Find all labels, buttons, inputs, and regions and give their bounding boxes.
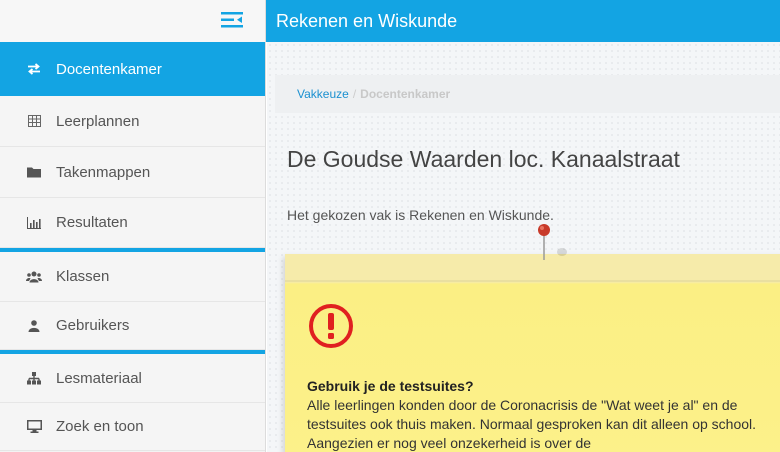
users-icon [26,269,42,285]
page-title: De Goudse Waarden loc. Kanaalstraat [287,146,680,172]
bar-chart-icon [26,215,42,231]
sidebar: Docentenkamer Leerplannen Takenmappen Re… [0,0,266,452]
sidebar-item-label: Klassen [56,268,110,285]
alert-icon [307,302,355,350]
collapse-sidebar-icon[interactable] [221,10,243,30]
page-header-title: Rekenen en Wiskunde [276,11,458,31]
sidebar-item-gebruikers[interactable]: Gebruikers [0,302,265,350]
sidebar-top [0,0,265,42]
sidebar-item-label: Docentenkamer [56,60,162,78]
sidebar-item-label: Leerplannen [56,112,140,130]
breadcrumb-separator: / [352,87,357,101]
desktop-icon [26,419,42,435]
sidebar-item-label: Lesmateriaal [56,369,142,387]
sitemap-icon [26,370,42,386]
sidebar-item-label: Takenmappen [56,163,151,181]
exchange-icon [26,61,42,77]
note-body: Alle leerlingen konden door de Coronacri… [307,397,757,451]
breadcrumb-link-vakkeuze[interactable]: Vakkeuze [297,87,349,101]
folder-icon [26,164,42,180]
main-content: Vakkeuze / Docentenkamer De Goudse Waarden… [267,42,780,452]
breadcrumb-current: Docentenkamer [360,87,451,101]
sidebar-item-label: Zoek en toon [56,418,144,435]
sidebar-item-label: Gebruikers [56,317,130,334]
note-fold [285,280,780,282]
sticky-note: Gebruik je de testsuites? Alle leerlinge… [285,224,780,452]
pushpin-icon [537,222,577,274]
sidebar-item-docentenkamer[interactable]: Docentenkamer [0,46,265,92]
app-header: Rekenen en Wiskunde [266,0,780,42]
table-icon [26,113,42,129]
note-title: Gebruik je de testsuites? [307,378,474,394]
sidebar-item-klassen[interactable]: Klassen [0,252,265,302]
sidebar-item-lesmateriaal[interactable]: Lesmateriaal [0,354,265,403]
intro-text: Het gekozen vak is Rekenen en Wiskunde. [287,207,554,223]
sidebar-item-resultaten[interactable]: Resultaten [0,198,265,248]
sidebar-item-takenmappen[interactable]: Takenmappen [0,147,265,198]
sidebar-item-zoek-en-toon[interactable]: Zoek en toon [0,403,265,451]
sidebar-item-leerplannen[interactable]: Leerplannen [0,96,265,147]
sidebar-item-label: Resultaten [56,214,128,231]
user-icon [26,318,42,334]
breadcrumb: Vakkeuze / Docentenkamer [275,75,780,113]
